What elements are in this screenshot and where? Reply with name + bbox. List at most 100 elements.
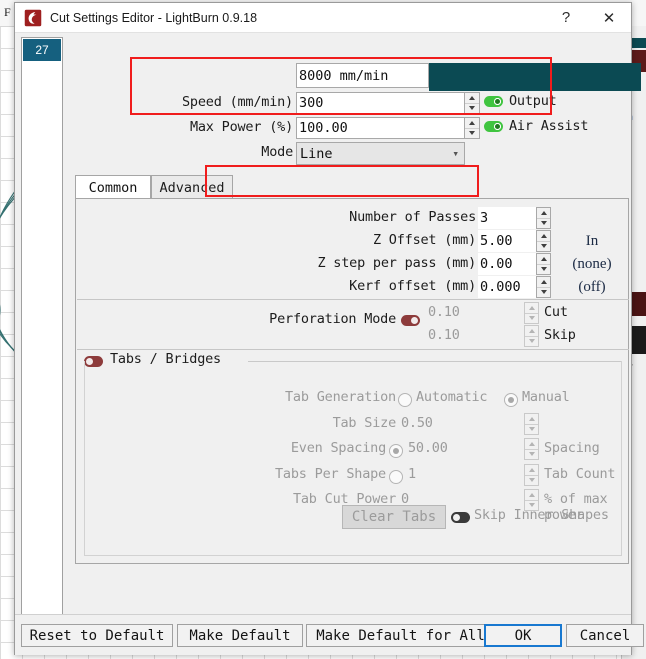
z-offset-spin-up[interactable] — [537, 231, 550, 242]
max-power-input[interactable]: 100.00 — [296, 117, 465, 139]
lightburn-logo-icon — [24, 9, 42, 26]
cut-settings-editor-dialog: Cut Settings Editor - LightBurn 0.9.18 ?… — [14, 2, 644, 655]
tab-size-spin-down[interactable] — [525, 425, 538, 435]
tab-generation-label: Tab Generation — [285, 389, 396, 405]
max-power-label: Max Power (%) — [189, 119, 293, 135]
air-assist-toggle[interactable] — [484, 120, 503, 132]
speed-spin-down[interactable] — [465, 104, 479, 114]
output-label: Output — [509, 93, 557, 109]
dialog-body: 27 Name 8000 mm/min Speed (mm/min) 300 — [15, 33, 644, 655]
tabs-per-shape-label: Tabs Per Shape — [275, 466, 386, 482]
even-spacing-spin-down[interactable] — [525, 450, 538, 460]
perforation-skip-value[interactable]: 0.10 — [428, 327, 460, 343]
cut-list[interactable]: 27 — [21, 37, 63, 615]
perforation-skip-spin-down[interactable] — [525, 337, 538, 347]
kerf-input[interactable]: 0.000 — [478, 276, 536, 298]
perforation-skip-label: Skip — [544, 327, 576, 343]
air-assist-label: Air Assist — [509, 118, 589, 134]
skip-inner-shapes-toggle[interactable] — [451, 512, 470, 523]
mode-select[interactable]: Line ▾ — [296, 142, 465, 165]
make-default-for-all-button[interactable]: Make Default for All — [306, 624, 495, 647]
passes-input[interactable]: 3 — [478, 207, 536, 229]
passes-label: Number of Passes — [349, 209, 476, 225]
kerf-suffix: (off) — [578, 278, 606, 295]
dialog-footer: Reset to Default Make Default Make Defau… — [15, 614, 644, 655]
layer-color-swatch[interactable] — [429, 63, 641, 91]
name-input[interactable]: 8000 mm/min — [296, 63, 429, 88]
perforation-toggle[interactable] — [401, 315, 420, 326]
radio-tabs-per-shape[interactable] — [389, 470, 403, 484]
tab-size-value[interactable]: 0.50 — [401, 415, 433, 431]
tab-strip: Common Advanced — [75, 175, 629, 199]
perforation-skip-spin-up[interactable] — [525, 326, 538, 337]
even-spacing-spin-up[interactable] — [525, 439, 538, 450]
tab-generation-row: Tab Generation — [76, 389, 396, 405]
tab-advanced[interactable]: Advanced — [151, 175, 233, 199]
z-offset-spin-down[interactable] — [537, 242, 550, 252]
air-assist-toggle-row[interactable]: Air Assist — [484, 118, 588, 134]
passes-spin-down[interactable] — [537, 219, 550, 229]
dialog-title: Cut Settings Editor - LightBurn 0.9.18 — [50, 10, 258, 25]
tab-cut-power-spin-up[interactable] — [525, 490, 538, 501]
tabs-per-shape-spinner[interactable] — [524, 464, 539, 486]
ok-button[interactable]: OK — [484, 624, 562, 647]
background-menu-label: F — [4, 5, 11, 19]
kerf-spinner[interactable] — [536, 276, 551, 298]
passes-spin-up[interactable] — [537, 208, 550, 219]
cancel-button[interactable]: Cancel — [566, 624, 644, 647]
radio-even-spacing[interactable] — [389, 444, 403, 458]
even-spacing-suffix: Spacing — [544, 440, 600, 456]
tab-size-spin-up[interactable] — [525, 414, 538, 425]
z-offset-input[interactable]: 5.00 — [478, 230, 536, 252]
z-step-spin-up[interactable] — [537, 254, 550, 265]
passes-row: Number of Passes — [76, 209, 476, 225]
even-spacing-spinner[interactable] — [524, 438, 539, 460]
perforation-cut-spin-up[interactable] — [525, 303, 538, 314]
tab-common[interactable]: Common — [75, 175, 151, 199]
cut-list-item-27[interactable]: 27 — [23, 39, 61, 61]
perforation-cut-spin-down[interactable] — [525, 314, 538, 324]
radio-manual[interactable] — [504, 393, 518, 407]
perforation-cut-value[interactable]: 0.10 — [428, 304, 460, 320]
kerf-spin-up[interactable] — [537, 277, 550, 288]
dialog-titlebar[interactable]: Cut Settings Editor - LightBurn 0.9.18 ?… — [15, 3, 631, 33]
output-toggle-row[interactable]: Output — [484, 93, 557, 109]
z-step-spin-down[interactable] — [537, 265, 550, 275]
z-step-row: Z step per pass (mm) — [76, 255, 476, 271]
perforation-cut-spinner[interactable] — [524, 302, 539, 324]
tabs-per-shape-row: Tabs Per Shape — [76, 466, 386, 482]
passes-spinner[interactable] — [536, 207, 551, 229]
output-toggle[interactable] — [484, 95, 503, 107]
even-spacing-row: Even Spacing — [76, 440, 386, 456]
dialog-content: Name 8000 mm/min Speed (mm/min) 300 Outp… — [63, 35, 641, 615]
make-default-button[interactable]: Make Default — [177, 624, 303, 647]
radio-automatic[interactable] — [398, 393, 412, 407]
z-step-spinner[interactable] — [536, 253, 551, 275]
max-power-spin-down[interactable] — [465, 129, 479, 139]
clear-tabs-button[interactable]: Clear Tabs — [342, 505, 446, 529]
kerf-spin-down[interactable] — [537, 288, 550, 298]
z-step-suffix: (none) — [572, 255, 612, 272]
max-power-spin-up[interactable] — [465, 118, 479, 129]
help-button[interactable]: ? — [545, 4, 587, 32]
common-tab-panel: Number of Passes 3 Z Offset (mm) 5.00 In… — [75, 198, 629, 564]
even-spacing-value[interactable]: 50.00 — [408, 440, 448, 456]
perforation-skip-spinner[interactable] — [524, 325, 539, 347]
z-offset-spinner[interactable] — [536, 230, 551, 252]
z-step-input[interactable]: 0.00 — [478, 253, 536, 275]
max-power-spinner[interactable] — [465, 117, 480, 139]
speed-spin-up[interactable] — [465, 93, 479, 104]
tabs-per-shape-spin-down[interactable] — [525, 476, 538, 486]
mode-row: Mode — [63, 144, 293, 160]
tabs-per-shape-value[interactable]: 1 — [408, 466, 416, 482]
z-offset-row: Z Offset (mm) — [76, 232, 476, 248]
tabs-per-shape-spin-up[interactable] — [525, 465, 538, 476]
tab-size-label: Tab Size — [332, 415, 397, 431]
close-icon[interactable]: ✕ — [587, 4, 631, 32]
perforation-row: Perforation Mode — [76, 311, 396, 327]
reset-to-default-button[interactable]: Reset to Default — [21, 624, 173, 647]
speed-row: Speed (mm/min) — [63, 94, 293, 110]
speed-spinner[interactable] — [465, 92, 480, 114]
speed-input[interactable]: 300 — [296, 92, 465, 114]
tab-size-spinner[interactable] — [524, 413, 539, 435]
